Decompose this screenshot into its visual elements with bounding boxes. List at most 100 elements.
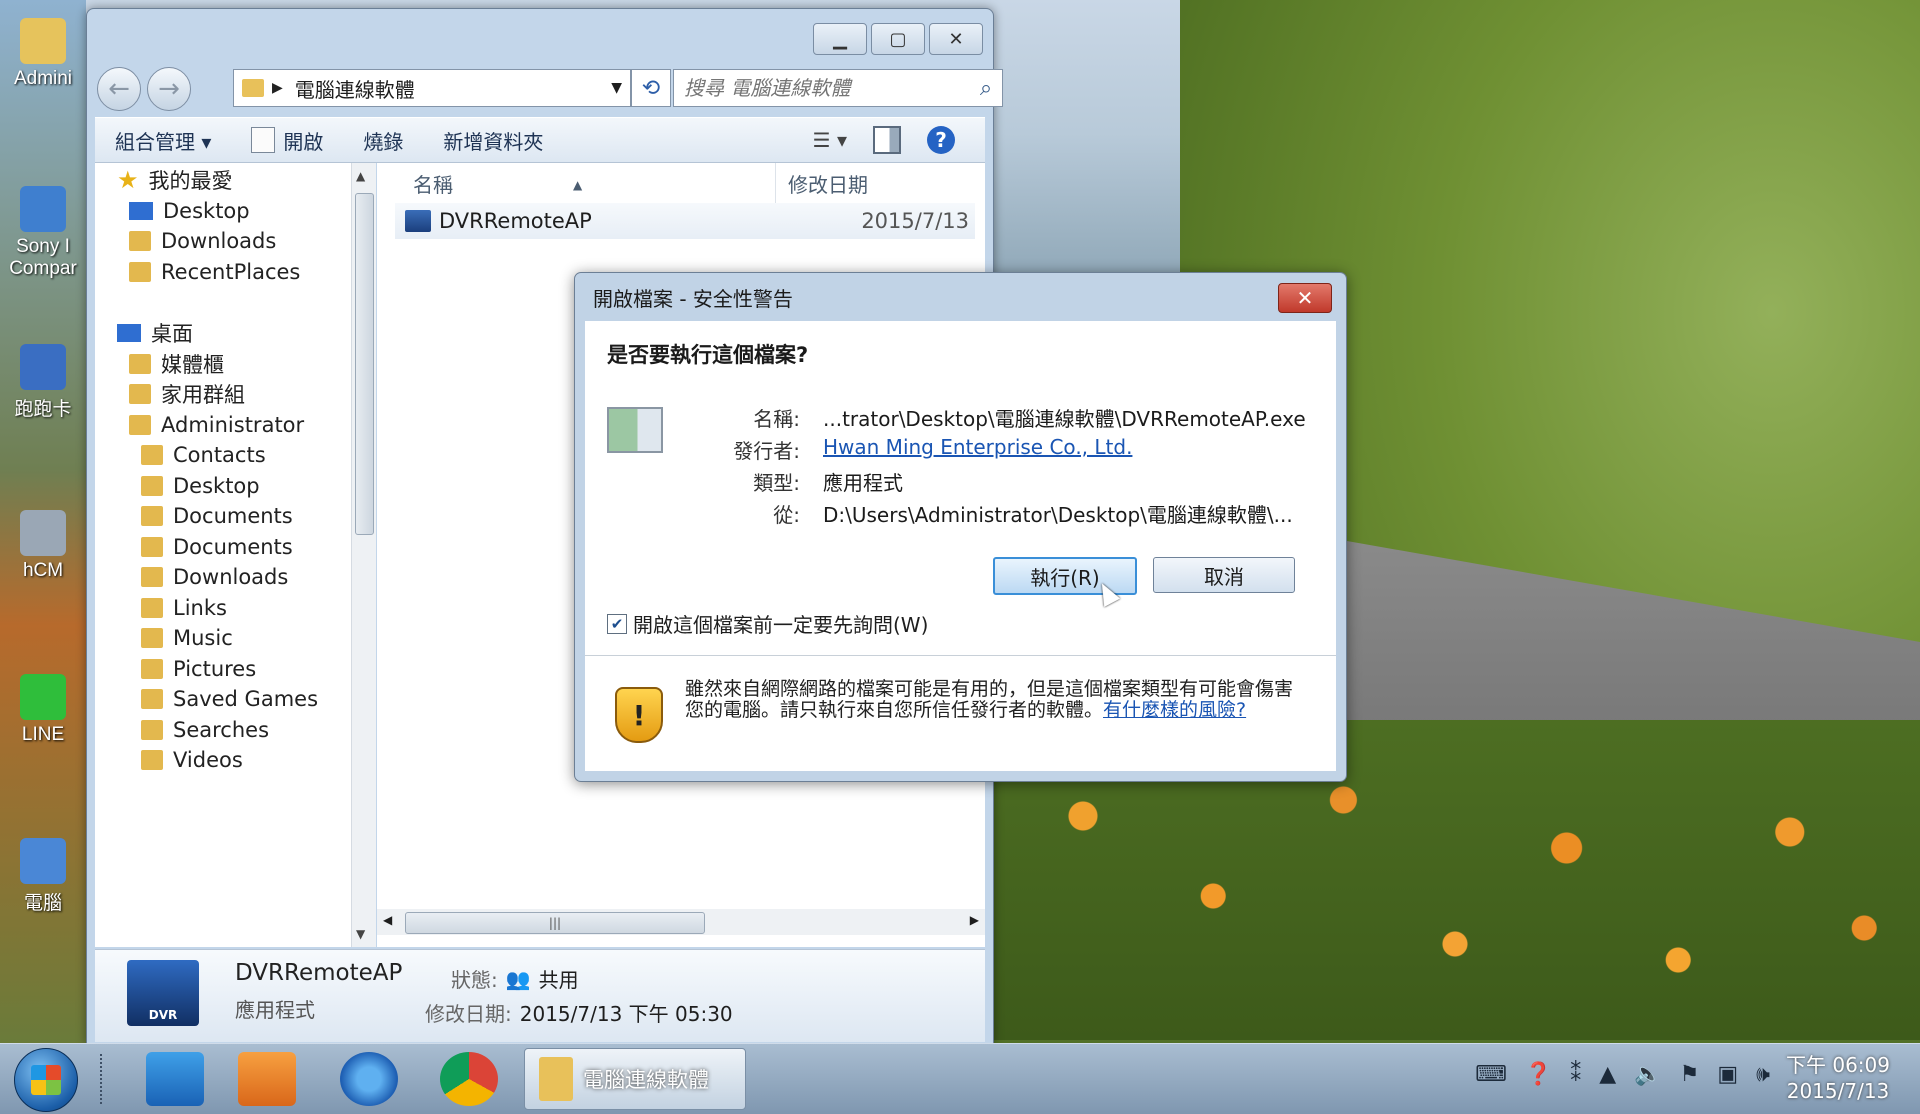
shared-users-icon: 👥: [505, 966, 531, 991]
modified-label: 修改日期:: [425, 1002, 512, 1026]
shortcut-label: 跑跑卡: [14, 399, 72, 420]
nav-item[interactable]: Videos: [141, 743, 243, 777]
desktop-shortcut[interactable]: Sony I Compar: [2, 186, 84, 280]
status-label: 狀態:: [451, 968, 498, 992]
nav-item[interactable]: Saved Games: [141, 682, 318, 716]
start-button[interactable]: [14, 1048, 78, 1112]
new-folder-button[interactable]: 新增資料夾: [423, 126, 563, 155]
nav-item[interactable]: Administrator: [129, 408, 304, 442]
dialog-body: 是否要執行這個檔案? 名稱: ...trator\Desktop\電腦連線軟體\…: [585, 321, 1336, 771]
field-type-key: 類型:: [753, 471, 800, 495]
forward-button[interactable]: →: [147, 67, 191, 111]
search-icon[interactable]: ⌕: [970, 76, 1002, 101]
windows-logo-icon: [31, 1065, 61, 1095]
breadcrumb-chevron-icon[interactable]: ▶: [272, 80, 283, 96]
application-icon: [405, 210, 431, 232]
nav-item[interactable]: Desktop: [141, 469, 260, 503]
desktop-shortcut[interactable]: hCM: [2, 510, 84, 582]
burn-button[interactable]: 燒錄: [343, 126, 423, 155]
chrome-icon[interactable]: [440, 1052, 498, 1106]
speaker-icon[interactable]: 🕪: [1756, 1062, 1770, 1087]
desktop-shortcut[interactable]: 跑跑卡: [2, 344, 84, 421]
action-center-flag-icon[interactable]: ⚑: [1680, 1062, 1700, 1087]
desktop-shortcut[interactable]: Admini: [2, 18, 84, 90]
desktop-shortcut[interactable]: 電腦: [2, 838, 84, 915]
nav-item[interactable]: Pictures: [141, 652, 256, 686]
modified-value: 2015/7/13 下午 05:30: [519, 1002, 733, 1026]
nav-item[interactable]: Links: [141, 591, 227, 625]
cancel-button[interactable]: 取消: [1153, 557, 1295, 593]
folder-icon: [141, 537, 163, 557]
network-icon[interactable]: ▣: [1717, 1062, 1738, 1087]
dialog-title: 開啟檔案 - 安全性警告: [593, 287, 793, 311]
volume-icon[interactable]: 🔈: [1634, 1062, 1661, 1087]
close-button[interactable]: ✕: [929, 23, 983, 55]
nav-item[interactable]: RecentPlaces: [129, 255, 300, 289]
nav-item[interactable]: Documents: [141, 499, 293, 533]
shortcut-icon: [20, 838, 66, 884]
nav-item[interactable]: 家用群組: [129, 377, 245, 411]
media-player-icon[interactable]: [238, 1052, 296, 1106]
column-header-modified[interactable]: 修改日期: [775, 163, 978, 207]
nav-item[interactable]: Desktop: [129, 194, 250, 228]
preview-pane-icon[interactable]: [873, 126, 901, 154]
navigation-scrollbar[interactable]: ▲ ▼: [351, 163, 376, 947]
scroll-thumb[interactable]: [355, 193, 374, 535]
folder-icon: [141, 567, 163, 587]
ask-before-open-checkbox[interactable]: ✔: [607, 613, 627, 634]
scroll-right-icon[interactable]: ▶: [970, 913, 979, 927]
clock[interactable]: 下午 06:09 2015/7/13: [1786, 1052, 1890, 1104]
search-input[interactable]: [674, 75, 970, 101]
details-modified: 修改日期: 2015/7/13 下午 05:30: [425, 998, 733, 1027]
horizontal-scrollbar[interactable]: ◀ ||| ▶: [377, 909, 985, 935]
nav-item[interactable]: Music: [141, 621, 233, 655]
nav-item[interactable]: 媒體櫃: [129, 347, 224, 381]
clock-date: 2015/7/13: [1786, 1079, 1890, 1103]
details-status: 狀態: 👥 共用: [451, 964, 579, 993]
nav-item-label: Searches: [173, 718, 270, 742]
nav-item[interactable]: 桌面: [117, 316, 193, 350]
nav-item[interactable]: Contacts: [141, 438, 266, 472]
nav-item-label: Music: [173, 626, 233, 650]
nav-item-label: Links: [173, 596, 227, 620]
desktop-icon: [117, 324, 141, 342]
cloud-app-icon[interactable]: [146, 1052, 204, 1106]
publisher-link[interactable]: Hwan Ming Enterprise Co., Ltd.: [823, 435, 1132, 459]
shortcut-label: hCM: [22, 560, 64, 581]
help-tray-icon[interactable]: ❓: [1525, 1062, 1552, 1087]
file-row[interactable]: DVRRemoteAP 2015/7/13: [395, 203, 975, 239]
nav-item[interactable]: Documents: [141, 530, 293, 564]
horizontal-scroll-thumb[interactable]: |||: [405, 912, 705, 934]
field-publisher-key: 發行者:: [733, 439, 800, 463]
nav-item-label: 桌面: [151, 322, 193, 346]
organize-menu[interactable]: 組合管理 ▾: [95, 126, 231, 155]
internet-explorer-icon[interactable]: [340, 1052, 398, 1106]
view-options-icon[interactable]: ☰ ▾: [813, 128, 847, 152]
help-icon[interactable]: ?: [927, 126, 955, 154]
column-header-name[interactable]: 名稱: [413, 163, 453, 207]
language-icon[interactable]: ⁑: [1570, 1062, 1581, 1087]
recent-places-icon: [129, 262, 151, 282]
taskbar-explorer-task[interactable]: 電腦連線軟體: [524, 1048, 746, 1110]
folder-icon: [141, 750, 163, 770]
scroll-up-icon[interactable]: ▲: [356, 169, 365, 183]
show-hidden-icons[interactable]: ▲: [1599, 1062, 1616, 1087]
open-button[interactable]: 開啟: [231, 126, 343, 155]
address-bar[interactable]: ▶ 電腦連線軟體 ▼: [233, 69, 631, 107]
desktop-shortcut[interactable]: LINE: [2, 674, 84, 746]
maximize-button[interactable]: ▢: [871, 23, 925, 55]
scroll-left-icon[interactable]: ◀: [383, 913, 392, 927]
dialog-close-button[interactable]: ✕: [1278, 283, 1332, 313]
refresh-button[interactable]: ⟲: [631, 69, 671, 107]
address-dropdown-icon[interactable]: ▼: [611, 80, 622, 96]
ask-before-open-option[interactable]: ✔ 開啟這個檔案前一定要先詢問(W): [607, 609, 928, 638]
back-button[interactable]: ←: [97, 67, 141, 111]
minimize-button[interactable]: ▁: [813, 23, 867, 55]
nav-item[interactable]: Searches: [141, 713, 269, 747]
scroll-down-icon[interactable]: ▼: [356, 927, 365, 941]
nav-item[interactable]: ★ 我的最愛: [117, 163, 233, 197]
risk-info-link[interactable]: 有什麼樣的風險?: [1103, 699, 1246, 721]
nav-item[interactable]: Downloads: [129, 224, 276, 258]
keyboard-icon[interactable]: ⌨: [1475, 1062, 1507, 1087]
nav-item[interactable]: Downloads: [141, 560, 288, 594]
